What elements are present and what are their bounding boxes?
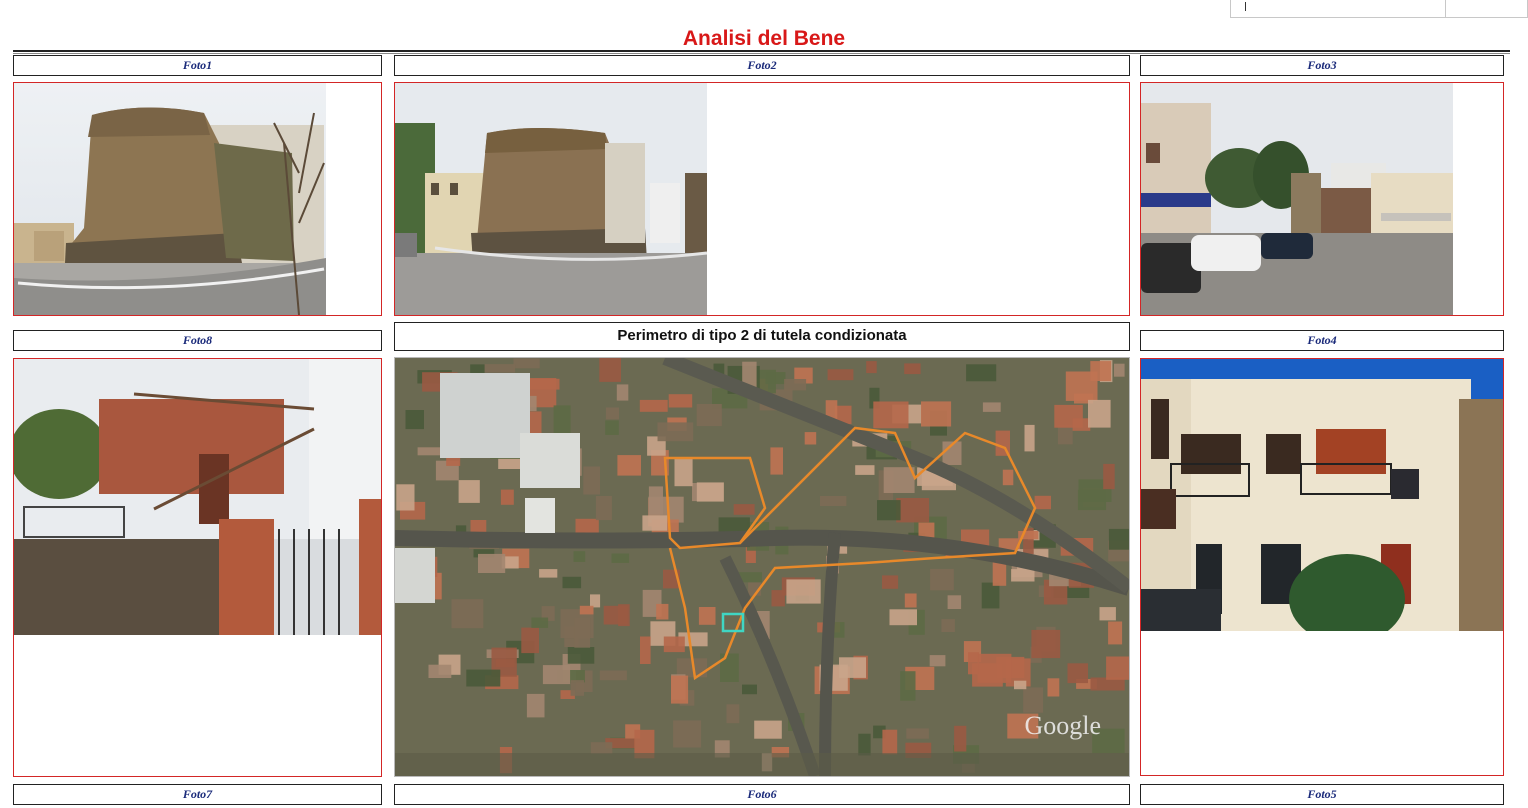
page-title: Analisi del Bene (682, 27, 846, 50)
satellite-map-image: Google (395, 358, 1129, 776)
label-foto6: Foto6 (394, 784, 1130, 805)
input-divider (1445, 0, 1446, 17)
photo-foto8 (13, 358, 382, 777)
title-rule-thin (13, 53, 1510, 54)
photo-foto3 (1140, 82, 1504, 316)
photo-foto4 (1140, 358, 1504, 776)
label-foto3: Foto3 (1140, 55, 1504, 76)
top-input-box[interactable] (1230, 0, 1528, 18)
text-caret (1245, 2, 1246, 11)
satellite-map: Google (394, 357, 1130, 777)
label-foto5: Foto5 (1140, 784, 1504, 805)
label-foto8: Foto8 (13, 330, 382, 351)
label-foto2: Foto2 (394, 55, 1130, 76)
label-perimetro: Perimetro di tipo 2 di tutela condiziona… (394, 322, 1130, 351)
google-watermark: Google (1024, 711, 1101, 740)
label-foto1: Foto1 (13, 55, 382, 76)
label-foto7: Foto7 (13, 784, 382, 805)
label-foto4: Foto4 (1140, 330, 1504, 351)
photo-foto2 (394, 82, 1130, 316)
title-rule (13, 50, 1510, 52)
photo-foto1 (13, 82, 382, 316)
